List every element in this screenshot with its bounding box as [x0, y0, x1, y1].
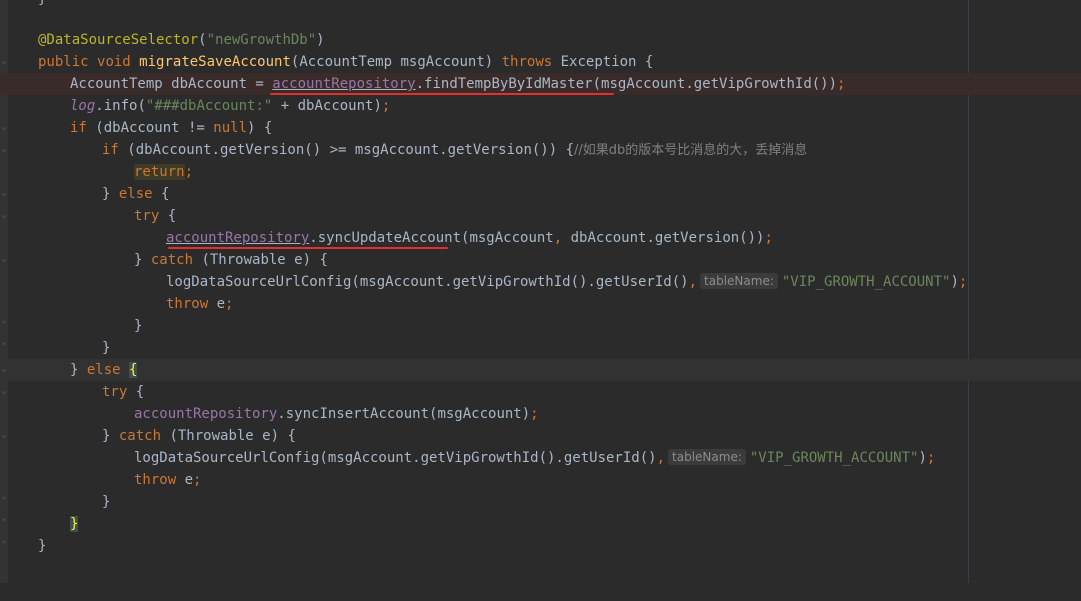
code-line[interactable]: @DataSourceSelector("newGrowthDb")	[0, 29, 1081, 51]
fold-marker-icon[interactable]: ⌃	[1, 519, 7, 528]
field-reference[interactable]: accountRepository	[166, 230, 309, 246]
code-line[interactable]: throw e;	[0, 469, 1081, 491]
code-line[interactable]: ⌄ try {	[0, 205, 1081, 227]
code-line[interactable]: accountRepository.syncUpdateAccount(msgA…	[0, 227, 1081, 249]
code-line[interactable]: logDataSourceUrlConfig(msgAccount.getVip…	[0, 271, 1081, 293]
fold-marker-icon[interactable]: ⌃	[1, 497, 7, 506]
fold-marker-icon[interactable]: ⌄	[1, 211, 7, 220]
matched-brace: }	[70, 516, 79, 532]
fold-marker-icon[interactable]: ⌄	[1, 365, 7, 374]
code-line-current[interactable]: ⌄ } else {	[0, 359, 1081, 381]
code-line[interactable]: ⌃ }	[0, 513, 1081, 535]
fold-marker-icon[interactable]: ⌄	[1, 123, 7, 132]
code-line[interactable]: ⌃ }	[0, 491, 1081, 513]
code-line-error[interactable]: AccountTemp dbAccount = accountRepositor…	[0, 73, 1081, 95]
code-line[interactable]: ⌄ } else {	[0, 183, 1081, 205]
fold-marker-icon[interactable]: ⌄	[1, 387, 7, 396]
field-reference[interactable]: accountRepository	[272, 76, 415, 92]
fold-marker-icon[interactable]: ⌄	[1, 189, 7, 198]
string-literal: "###dbAccount:"	[145, 98, 273, 114]
parameter-hint: tableName:	[668, 449, 746, 465]
method-name: migrateSaveAccount	[139, 54, 291, 70]
fold-marker-icon[interactable]: ⌄	[1, 57, 7, 66]
code-line[interactable]: accountRepository.syncInsertAccount(msgA…	[0, 403, 1081, 425]
code-line[interactable]: ⌄ public void migrateSaveAccount(Account…	[0, 51, 1081, 73]
code-comment: //如果db的版本号比消息的大，丢掉消息	[574, 143, 808, 158]
code-line[interactable]: ⌄ if (dbAccount.getVersion() >= msgAccou…	[0, 139, 1081, 161]
string-literal: "newGrowthDb"	[206, 32, 317, 48]
code-line[interactable]: ⌃ }	[0, 535, 1081, 557]
matched-brace: {	[129, 362, 138, 378]
fold-marker-icon[interactable]: ⌃	[1, 541, 7, 550]
fold-marker-icon[interactable]: ⌄	[1, 145, 7, 154]
string-literal: "VIP_GROWTH_ACCOUNT"	[749, 450, 919, 466]
code-line[interactable]: throw e;	[0, 293, 1081, 315]
fold-marker-icon[interactable]: ⌃	[1, 343, 7, 352]
code-line[interactable]: ⌃ }	[0, 337, 1081, 359]
field-reference[interactable]: accountRepository	[134, 406, 277, 422]
code-line[interactable]: ⌄ } catch (Throwable e) {	[0, 249, 1081, 271]
string-literal: "VIP_GROWTH_ACCOUNT"	[781, 274, 951, 290]
closing-brace: }	[38, 0, 46, 10]
fold-marker-icon[interactable]: ⌄	[1, 255, 7, 264]
code-line[interactable]: return;	[0, 161, 1081, 183]
code-line[interactable]: }	[0, 0, 1081, 10]
code-line[interactable]: ⌄ try {	[0, 381, 1081, 403]
code-line[interactable]: ⌄ } catch (Throwable e) {	[0, 425, 1081, 447]
code-line[interactable]: ⌄ if (dbAccount != null) {	[0, 117, 1081, 139]
annotation: @DataSourceSelector	[38, 32, 199, 48]
parameter-hint: tableName:	[700, 273, 778, 289]
code-line[interactable]: ⌃ }	[0, 315, 1081, 337]
field-reference[interactable]: log	[70, 98, 95, 114]
fold-marker-icon[interactable]: ⌄	[1, 431, 7, 440]
fold-marker-icon[interactable]: ⌃	[1, 321, 7, 330]
code-line[interactable]: log.info("###dbAccount:" + dbAccount);	[0, 95, 1081, 117]
code-line[interactable]: logDataSourceUrlConfig(msgAccount.getVip…	[0, 447, 1081, 469]
